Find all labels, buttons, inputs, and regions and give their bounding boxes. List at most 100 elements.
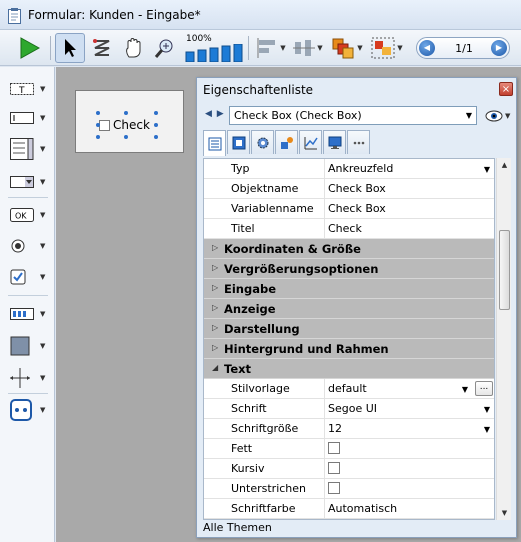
property-grid-scrollbar[interactable]: ▲ ▼	[496, 158, 511, 520]
rectangle-tool-button[interactable]: ▼	[10, 335, 50, 357]
zoom-tool-button[interactable]	[151, 33, 179, 63]
distribute-icon	[293, 40, 316, 56]
chevron-down-icon: ▼	[505, 112, 511, 120]
splitter-tool-button[interactable]: ▼	[10, 367, 50, 389]
chevron-down-icon: ▼	[317, 44, 323, 52]
category-text[interactable]: ◢ Text	[204, 359, 494, 379]
category-name: Koordinaten & Größe	[224, 242, 361, 256]
text-tool-button[interactable]: T ▼	[10, 80, 50, 98]
more-icon	[353, 141, 364, 144]
previous-page-button[interactable]: ◀	[419, 40, 435, 56]
eye-icon	[485, 110, 503, 122]
entry-order-button[interactable]	[88, 33, 116, 63]
form-checkbox-object[interactable]: Check	[99, 118, 150, 132]
form-page-area[interactable]: Check	[75, 90, 184, 153]
selection-handle[interactable]	[154, 111, 158, 115]
property-row[interactable]: Variablenname Check Box	[204, 199, 494, 219]
property-row[interactable]: Typ Ankreuzfeld ▼	[204, 159, 494, 179]
property-row[interactable]: Stilvorlage default ▼ ...	[204, 379, 494, 399]
plugin-tool-button[interactable]: ▼	[10, 399, 50, 421]
view-options-button[interactable]: ▼	[485, 108, 513, 124]
selection-handle[interactable]	[96, 123, 100, 127]
radio-button-icon	[11, 239, 25, 253]
category-name: Hintergrund und Rahmen	[224, 342, 389, 356]
tab-settings[interactable]	[251, 130, 274, 154]
property-name: Variablenname	[231, 202, 314, 215]
expand-triangle-icon: ▷	[212, 263, 219, 272]
select-tool-button[interactable]	[55, 33, 85, 63]
selection-handle[interactable]	[154, 135, 158, 139]
selection-handle[interactable]	[124, 111, 128, 115]
category-display[interactable]: ▷ Anzeige	[204, 299, 494, 319]
category-resizing[interactable]: ▷ Vergrößerungsoptionen	[204, 259, 494, 279]
category-appearance[interactable]: ▷ Darstellung	[204, 319, 494, 339]
zoom-level-control[interactable]: 100%	[184, 33, 246, 63]
chevron-down-icon: ▼	[40, 85, 46, 93]
arrange-order-button[interactable]: ▼	[328, 33, 366, 63]
hand-tool-button[interactable]	[120, 33, 148, 63]
selection-handle[interactable]	[96, 111, 100, 115]
chevron-down-icon: ▼	[40, 310, 46, 318]
ellipsis-button[interactable]: ...	[475, 381, 493, 396]
property-value: Check Box	[328, 202, 386, 215]
input-field-tool-button[interactable]: ▼	[10, 109, 50, 127]
tab-events[interactable]	[227, 130, 250, 154]
tab-chart[interactable]	[299, 130, 322, 154]
underline-checkbox[interactable]	[328, 482, 340, 494]
button-tool-button[interactable]: OK ▼	[10, 206, 50, 224]
group-button[interactable]: ▼	[368, 33, 406, 63]
chevron-down-icon: ▼	[40, 273, 46, 281]
property-row[interactable]: Schrift Segoe UI ▼	[204, 399, 494, 419]
property-value: Automatisch	[328, 502, 398, 515]
chevron-down-icon[interactable]: ▼	[484, 425, 490, 434]
selection-handle[interactable]	[154, 123, 158, 127]
object-selector[interactable]: Check Box (Check Box) ▼	[229, 106, 477, 125]
tab-shapes[interactable]	[275, 130, 298, 154]
italic-checkbox[interactable]	[328, 462, 340, 474]
property-row[interactable]: Schriftgröße 12 ▼	[204, 419, 494, 439]
dropdown-tool-button[interactable]: ▼	[10, 173, 50, 191]
property-name: Titel	[231, 222, 255, 235]
run-form-button[interactable]	[14, 33, 44, 63]
expand-triangle-icon: ▷	[212, 283, 219, 292]
list-tool-button[interactable]: ▼	[10, 137, 50, 161]
property-row[interactable]: Unterstrichen	[204, 479, 494, 499]
distribute-button[interactable]: ▼	[290, 33, 326, 63]
scroll-thumb[interactable]	[499, 230, 510, 310]
window-title: Formular: Kunden - Eingabe*	[28, 8, 201, 22]
property-row[interactable]: Kursiv	[204, 459, 494, 479]
tab-more[interactable]	[347, 130, 370, 154]
selection-handle[interactable]	[96, 135, 100, 139]
radio-tool-button[interactable]: ▼	[10, 237, 50, 255]
checkbox-tool-button[interactable]: ▼	[10, 268, 50, 286]
category-entry[interactable]: ▷ Eingabe	[204, 279, 494, 299]
scroll-up-icon[interactable]: ▲	[498, 158, 511, 172]
chevron-down-icon: ▼	[357, 44, 363, 52]
chevron-down-icon[interactable]: ▼	[484, 165, 490, 174]
chevron-down-icon[interactable]: ▼	[484, 405, 490, 414]
property-list-title: Eigenschaftenliste	[203, 83, 314, 97]
page-navigator: ◀ 1/1 ▶	[416, 37, 510, 59]
scroll-down-icon[interactable]: ▼	[498, 506, 511, 520]
property-row[interactable]: Fett	[204, 439, 494, 459]
object-nav-arrows[interactable]: ◀ ▶	[205, 109, 225, 119]
property-row[interactable]: Schriftfarbe Automatisch	[204, 499, 494, 519]
align-button[interactable]: ▼	[253, 33, 289, 63]
property-row[interactable]: Titel Check	[204, 219, 494, 239]
category-coordinates[interactable]: ▷ Koordinaten & Größe	[204, 239, 494, 259]
static-text-icon: T	[10, 83, 34, 95]
category-background-border[interactable]: ▷ Hintergrund und Rahmen	[204, 339, 494, 359]
property-row[interactable]: Objektname Check Box	[204, 179, 494, 199]
tab-properties[interactable]	[203, 130, 226, 156]
bold-checkbox[interactable]	[328, 442, 340, 454]
property-name: Fett	[231, 442, 253, 455]
selection-handle[interactable]	[124, 135, 128, 139]
progress-tool-button[interactable]: ▼	[10, 305, 50, 323]
chevron-down-icon[interactable]: ▼	[462, 385, 468, 394]
next-page-button[interactable]: ▶	[491, 40, 507, 56]
gear-icon	[257, 137, 268, 148]
arrow-right-icon: ▶	[495, 43, 503, 52]
chevron-down-icon: ▼	[40, 342, 46, 350]
close-button[interactable]: ×	[499, 82, 513, 96]
tab-display[interactable]	[323, 130, 346, 154]
